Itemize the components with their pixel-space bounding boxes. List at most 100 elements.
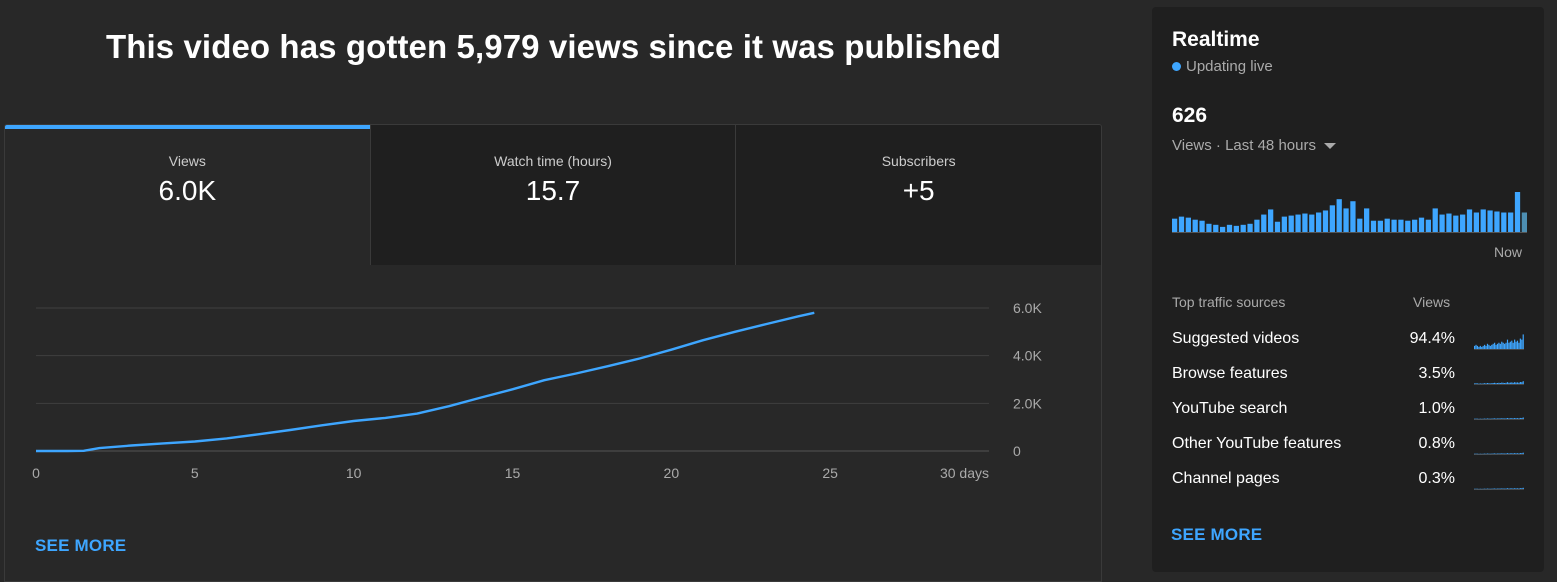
sparkline-bar bbox=[1522, 334, 1524, 349]
tab-watch-time-label: Watch time (hours) bbox=[494, 153, 612, 169]
sparkline-bar bbox=[1489, 383, 1491, 385]
sparkline-bar bbox=[1495, 383, 1497, 384]
traffic-source-name: Channel pages bbox=[1172, 470, 1280, 487]
sparkline-bar bbox=[1499, 383, 1501, 384]
sparkline-bar bbox=[1482, 383, 1484, 385]
realtime-bar bbox=[1220, 226, 1226, 232]
traffic-source-row[interactable]: Channel pages 0.3% bbox=[1172, 470, 1527, 490]
views-line bbox=[36, 311, 815, 453]
sparkline-bar bbox=[1484, 383, 1486, 384]
sparkline-bar bbox=[1501, 382, 1503, 384]
traffic-source-row[interactable]: Other YouTube features 0.8% bbox=[1172, 435, 1527, 455]
sparkline-bar bbox=[1475, 344, 1477, 349]
realtime-bar bbox=[1261, 214, 1267, 232]
sparkline-bar bbox=[1486, 383, 1489, 384]
sparkline-bar bbox=[1519, 453, 1521, 454]
sparkline-bar bbox=[1499, 343, 1501, 349]
sparkline-bar bbox=[1509, 382, 1511, 384]
realtime-bar bbox=[1274, 221, 1281, 232]
sparkline-bar bbox=[1479, 383, 1481, 385]
sparkline-bar bbox=[1519, 417, 1521, 419]
traffic-source-percent: 0.8% bbox=[1418, 435, 1455, 452]
traffic-source-row[interactable]: Browse features 3.5% bbox=[1172, 365, 1527, 385]
sparkline-bar bbox=[1508, 418, 1510, 420]
sparkline-bar bbox=[1482, 345, 1484, 349]
realtime-bar bbox=[1473, 212, 1479, 232]
sparkline-bar bbox=[1511, 453, 1513, 455]
realtime-bar bbox=[1412, 219, 1418, 232]
tab-watch-time[interactable]: Watch time (hours) 15.7 bbox=[369, 125, 736, 265]
realtime-status: Updating live bbox=[1172, 58, 1273, 75]
sparkline-bar bbox=[1491, 344, 1493, 349]
realtime-bar bbox=[1268, 209, 1274, 232]
metric-tabs: Views 6.0K Watch time (hours) 15.7 Subsc… bbox=[5, 125, 1101, 265]
realtime-card: Realtime Updating live 626 Views · Last … bbox=[1152, 7, 1544, 572]
sparkline-bar bbox=[1501, 418, 1503, 420]
realtime-bar bbox=[1233, 225, 1239, 232]
sparkline-bar bbox=[1509, 418, 1511, 420]
x-tick-label: 0 bbox=[32, 465, 40, 481]
traffic-sources-header: Top traffic sources bbox=[1172, 294, 1286, 310]
sparkline-bar bbox=[1506, 382, 1509, 384]
sparkline-bar bbox=[1478, 346, 1480, 349]
traffic-source-row[interactable]: YouTube search 1.0% bbox=[1172, 400, 1527, 420]
sparkline-bar bbox=[1515, 382, 1517, 384]
views-summary-card: Views 6.0K Watch time (hours) 15.7 Subsc… bbox=[4, 124, 1102, 582]
sparkline-bar bbox=[1521, 382, 1523, 384]
realtime-bar bbox=[1185, 217, 1191, 232]
sparkline-bar bbox=[1494, 382, 1496, 384]
realtime-bar bbox=[1240, 224, 1246, 232]
tab-subscribers-value: +5 bbox=[902, 175, 935, 206]
realtime-bar bbox=[1391, 219, 1397, 232]
realtime-view-count: 626 bbox=[1172, 104, 1208, 127]
see-more-views-button[interactable]: SEE MORE bbox=[35, 536, 126, 556]
sparkline-bar bbox=[1498, 382, 1500, 384]
realtime-bar bbox=[1192, 219, 1198, 232]
realtime-bar bbox=[1295, 214, 1301, 232]
caret-down-icon bbox=[1323, 142, 1336, 149]
realtime-bar bbox=[1226, 224, 1233, 232]
realtime-bar bbox=[1508, 212, 1514, 232]
sparkline-bar bbox=[1512, 418, 1514, 420]
realtime-bar bbox=[1501, 212, 1507, 232]
sparkline-bar bbox=[1506, 418, 1509, 419]
sparkline-bar bbox=[1522, 452, 1524, 454]
sparkline-bar bbox=[1505, 382, 1507, 384]
sparkline-bar bbox=[1515, 418, 1517, 420]
traffic-source-name: Browse features bbox=[1172, 365, 1288, 382]
sparkline-bar bbox=[1519, 382, 1521, 384]
sparkline-bar bbox=[1509, 341, 1511, 349]
sparkline-bar bbox=[1484, 344, 1486, 349]
tab-watch-time-value: 15.7 bbox=[525, 175, 581, 206]
sparkline-bar bbox=[1506, 453, 1509, 454]
sparkline-bar bbox=[1476, 345, 1479, 349]
sparkline-bar bbox=[1511, 418, 1513, 419]
sparkline-bar bbox=[1518, 342, 1520, 349]
realtime-bar bbox=[1172, 218, 1178, 232]
tab-views[interactable]: Views 6.0K bbox=[5, 125, 370, 265]
live-dot-icon bbox=[1172, 62, 1181, 71]
page-headline: This video has gotten 5,979 views since … bbox=[105, 28, 1002, 65]
sparkline-bar bbox=[1501, 341, 1503, 349]
sparkline-bar bbox=[1488, 383, 1490, 384]
x-tick-label: 20 bbox=[664, 465, 680, 481]
traffic-sparkline bbox=[1474, 452, 1524, 455]
traffic-views-header: Views bbox=[1413, 294, 1451, 310]
sparkline-bar bbox=[1521, 453, 1523, 454]
traffic-source-percent: 0.3% bbox=[1418, 470, 1455, 487]
realtime-title: Realtime bbox=[1172, 28, 1260, 51]
tab-subscribers[interactable]: Subscribers +5 bbox=[735, 125, 1101, 265]
traffic-source-percent: 1.0% bbox=[1418, 400, 1455, 417]
see-more-traffic-button[interactable]: SEE MORE bbox=[1171, 525, 1262, 545]
sparkline-bar bbox=[1521, 339, 1523, 349]
sparkline-bar bbox=[1504, 343, 1506, 349]
realtime-bar-chart[interactable] bbox=[1172, 187, 1527, 247]
realtime-period-dropdown[interactable]: Views · Last 48 hours bbox=[1172, 137, 1336, 154]
sparkline-bar bbox=[1494, 418, 1496, 420]
traffic-source-percent: 94.4% bbox=[1409, 330, 1455, 347]
sparkline-bar bbox=[1506, 488, 1509, 490]
realtime-bar bbox=[1213, 224, 1219, 232]
realtime-bar bbox=[1384, 218, 1390, 232]
tab-subscribers-label: Subscribers bbox=[881, 153, 956, 169]
traffic-source-row[interactable]: Suggested videos 94.4% bbox=[1172, 330, 1527, 350]
